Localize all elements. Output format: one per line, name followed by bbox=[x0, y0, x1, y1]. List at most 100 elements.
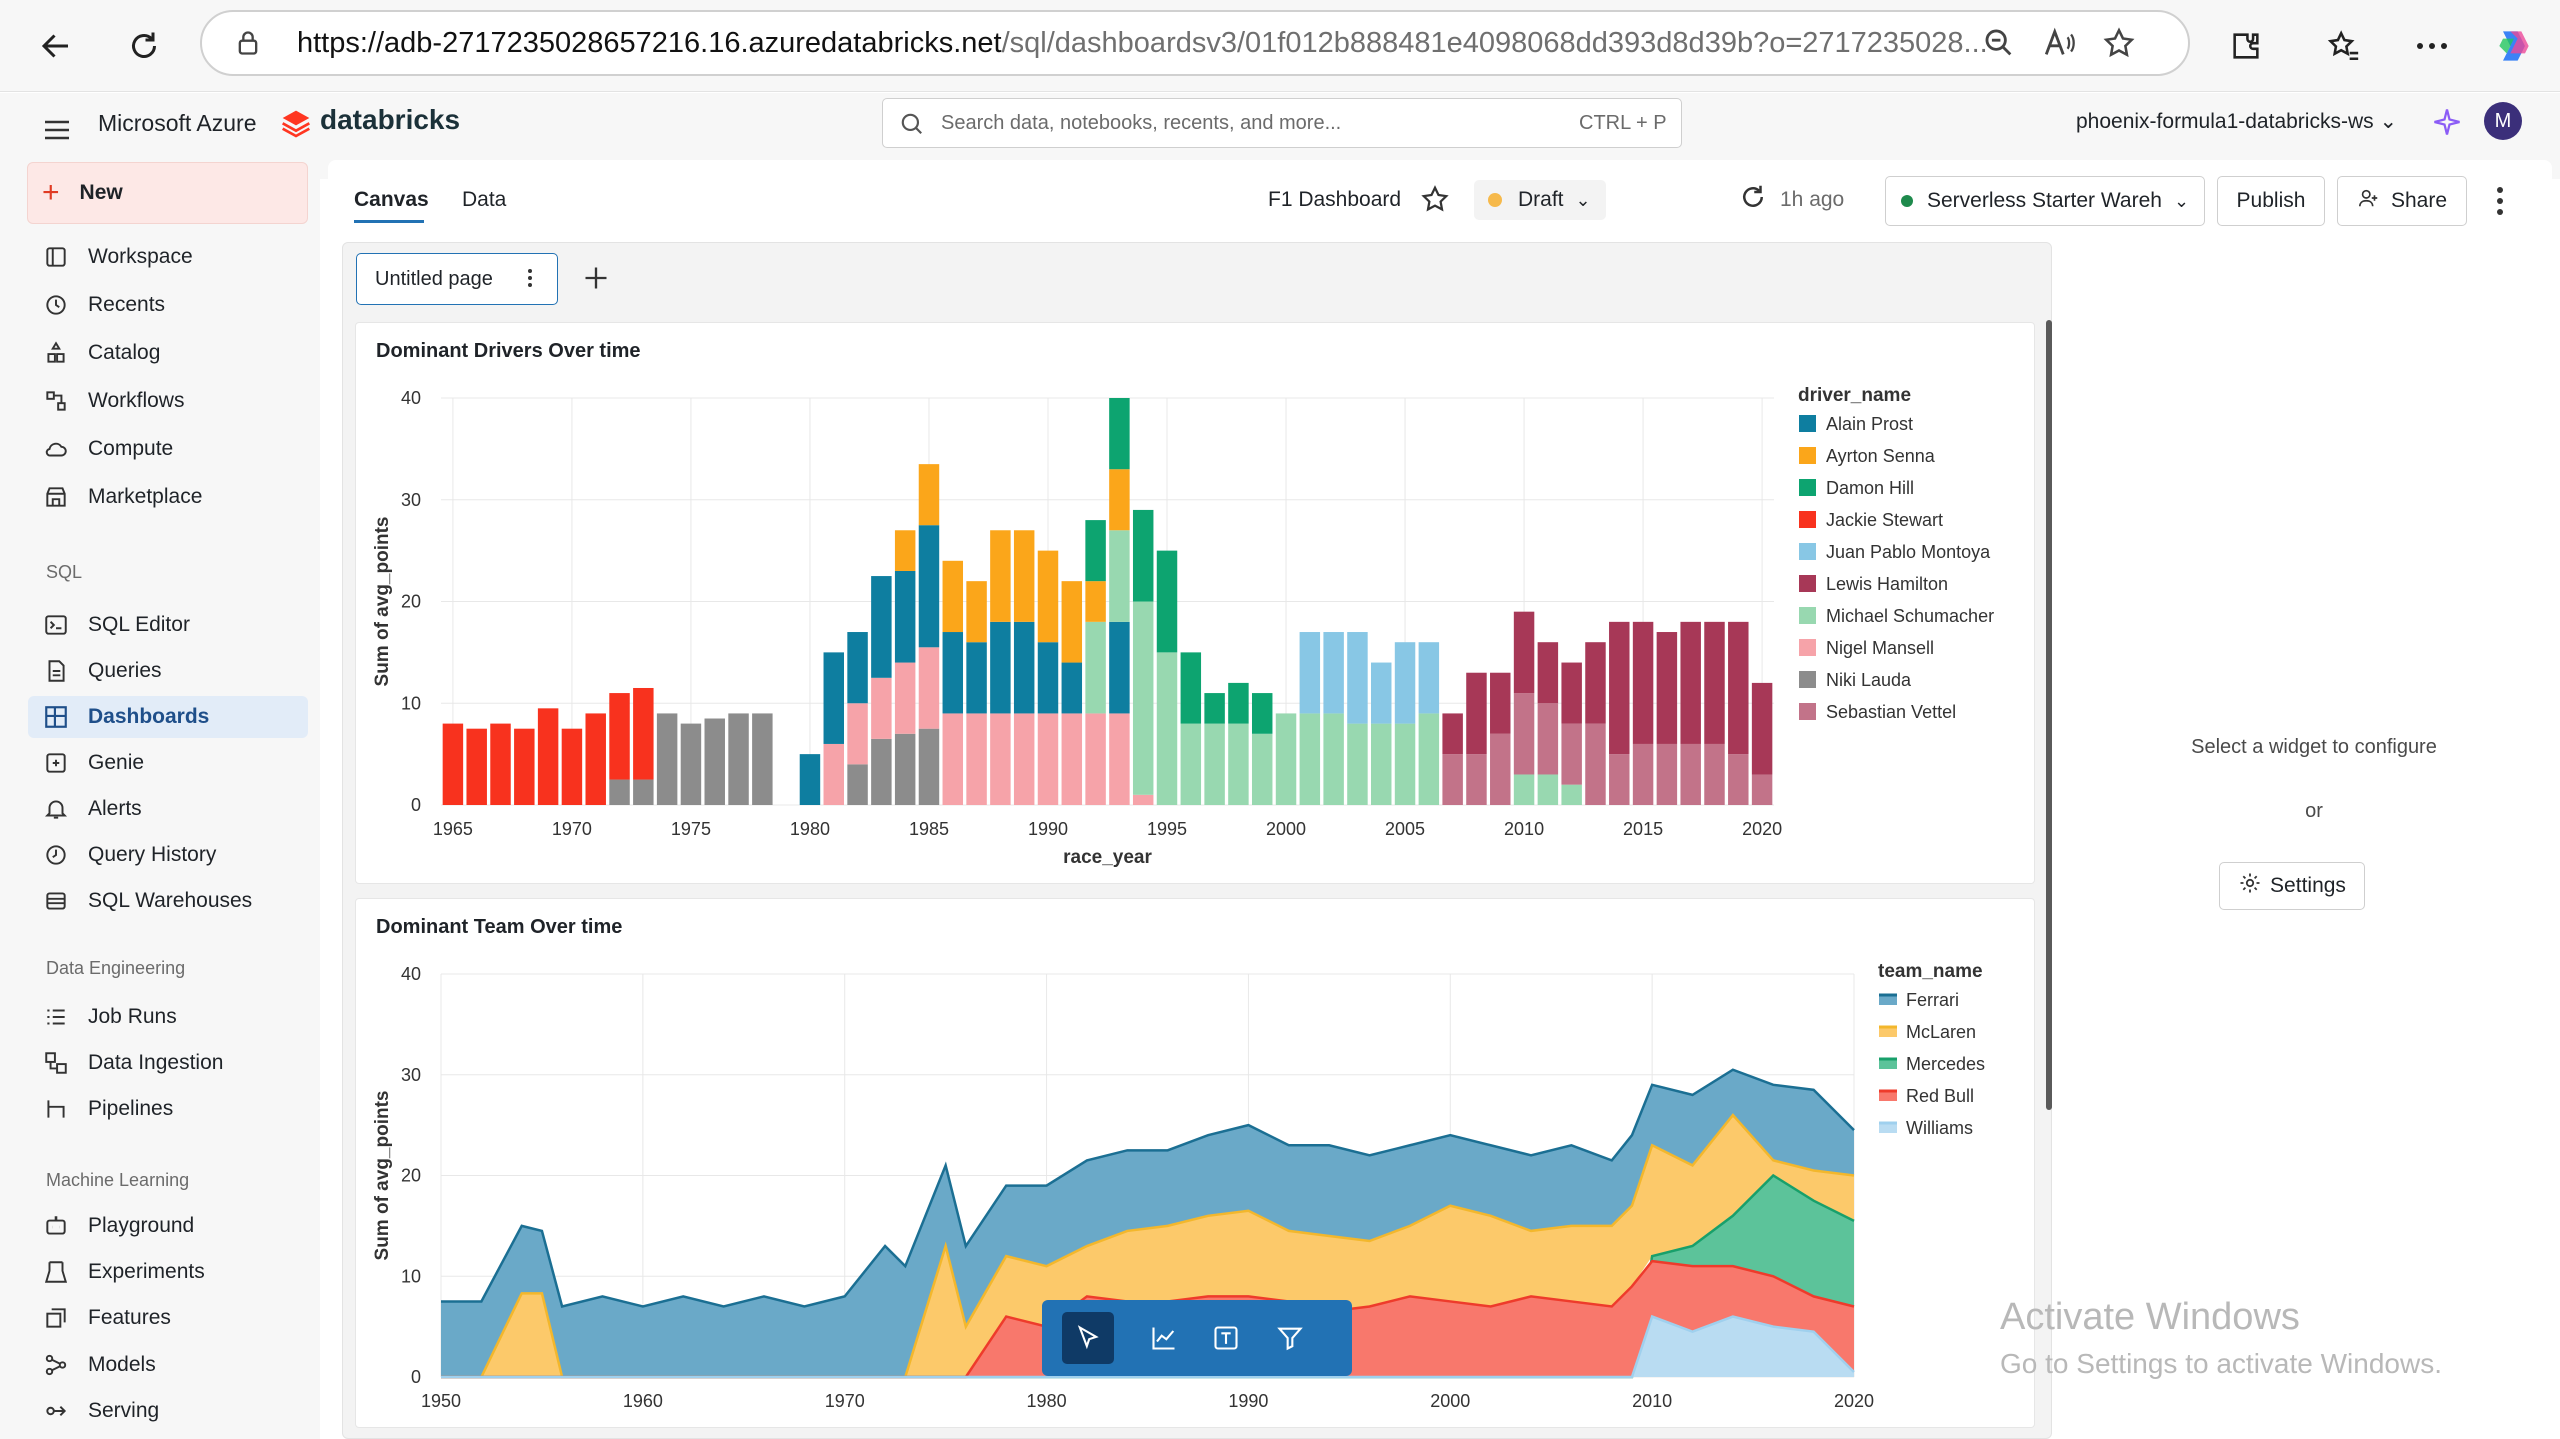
legend-item: Alain Prost bbox=[1826, 414, 1913, 434]
settings-button[interactable]: Settings bbox=[2219, 862, 2365, 910]
sidebar-item-playground[interactable]: Playground bbox=[28, 1205, 308, 1247]
bar-segment bbox=[1513, 693, 1535, 775]
sidebar-item-marketplace[interactable]: Marketplace bbox=[28, 476, 308, 518]
favorites-icon[interactable] bbox=[2318, 20, 2370, 72]
catalog-icon bbox=[38, 335, 74, 371]
sidebar-item-label: SQL Editor bbox=[88, 613, 190, 636]
bar-segment bbox=[1442, 713, 1463, 755]
sidebar-item-genie[interactable]: Genie bbox=[28, 742, 308, 784]
bar-segment bbox=[1251, 733, 1273, 805]
config-message: Select a widget to configure bbox=[2191, 736, 2437, 758]
bar-segment bbox=[1323, 632, 1344, 714]
bar-segment bbox=[1061, 713, 1083, 805]
extensions-icon[interactable] bbox=[2220, 20, 2272, 72]
select-tool-icon[interactable] bbox=[1062, 1312, 1114, 1364]
widget-dominant-drivers[interactable]: Dominant Drivers Over time 0 10 20 30 40 1965… bbox=[355, 322, 2035, 884]
x-tick-label: 2010 bbox=[1632, 1391, 1672, 1411]
y-tick-label: 40 bbox=[401, 964, 421, 984]
favorite-star-icon[interactable] bbox=[2102, 26, 2136, 65]
warehouse-selector[interactable]: Serverless Starter Wareh ⌄ bbox=[1885, 176, 2205, 226]
global-search[interactable]: Search data, notebooks, recents, and mor… bbox=[882, 98, 1682, 148]
sidebar-item-workflows[interactable]: Workflows bbox=[28, 380, 308, 422]
tab-data[interactable]: Data bbox=[462, 188, 506, 212]
dashboard-title[interactable]: F1 Dashboard bbox=[1268, 188, 1401, 212]
serving-icon bbox=[38, 1393, 74, 1429]
workspace-switcher[interactable]: phoenix-formula1-databricks-ws ⌄ bbox=[2076, 109, 2397, 134]
store-icon bbox=[38, 479, 74, 515]
sidebar-item-label: Queries bbox=[88, 659, 162, 682]
warehouse-label: Serverless Starter Wareh bbox=[1926, 189, 2162, 212]
avatar[interactable]: M bbox=[2484, 102, 2522, 140]
filter-tool-icon[interactable] bbox=[1276, 1324, 1304, 1357]
sidebar-item-experiments[interactable]: Experiments bbox=[28, 1251, 308, 1293]
page-tab[interactable]: Untitled page bbox=[356, 253, 558, 305]
copilot-icon[interactable] bbox=[2488, 20, 2540, 72]
databricks-logo-icon[interactable] bbox=[280, 108, 312, 145]
back-arrow-icon[interactable] bbox=[30, 20, 82, 72]
cloud-icon bbox=[38, 431, 74, 467]
last-refreshed: 1h ago bbox=[1780, 188, 1845, 211]
section-data-engineering: Data Engineering bbox=[46, 958, 186, 978]
bar-segment bbox=[847, 703, 868, 765]
new-button[interactable]: + New bbox=[27, 162, 308, 224]
sidebar-item-catalog[interactable]: Catalog bbox=[28, 332, 308, 374]
share-button[interactable]: Share bbox=[2337, 176, 2467, 226]
sidebar-item-workspace[interactable]: Workspace bbox=[28, 236, 308, 278]
assistant-sparkle-icon[interactable] bbox=[2432, 107, 2462, 142]
legend-swatch bbox=[1799, 671, 1816, 688]
clock-icon bbox=[38, 287, 74, 323]
more-menu-icon[interactable] bbox=[2406, 20, 2458, 72]
bar-segment bbox=[1537, 774, 1559, 805]
favorite-star-icon[interactable] bbox=[1420, 184, 1450, 219]
zoom-icon[interactable] bbox=[1982, 26, 2016, 65]
sidebar-item-alerts[interactable]: Alerts bbox=[28, 788, 308, 830]
x-tick-label: 1980 bbox=[790, 819, 830, 839]
sidebar-item-features[interactable]: Features bbox=[28, 1297, 308, 1339]
sidebar-item-data-ingestion[interactable]: Data Ingestion bbox=[28, 1042, 308, 1084]
new-button-label: New bbox=[79, 181, 123, 204]
kebab-menu-icon[interactable] bbox=[2496, 186, 2504, 221]
bar-segment bbox=[1609, 621, 1630, 755]
sidebar-item-sql-editor[interactable]: SQL Editor bbox=[28, 604, 308, 646]
bar-segment bbox=[490, 723, 511, 805]
refresh-icon[interactable] bbox=[118, 20, 170, 72]
visualization-tool-icon[interactable] bbox=[1150, 1324, 1178, 1357]
tab-canvas[interactable]: Canvas bbox=[354, 188, 429, 212]
bar-segment bbox=[966, 642, 987, 714]
draft-status-dropdown[interactable]: Draft ⌄ bbox=[1474, 180, 1606, 220]
sidebar-item-dashboards[interactable]: Dashboards bbox=[28, 696, 308, 738]
bar-segment bbox=[1728, 621, 1749, 755]
text-tool-icon[interactable] bbox=[1212, 1324, 1240, 1357]
queries-icon bbox=[38, 653, 74, 689]
bar-segment bbox=[1418, 642, 1440, 714]
sidebar-item-job-runs[interactable]: Job Runs bbox=[28, 996, 308, 1038]
refresh-icon[interactable] bbox=[1738, 182, 1768, 217]
sidebar-item-compute[interactable]: Compute bbox=[28, 428, 308, 470]
sidebar-item-sql-warehouses[interactable]: SQL Warehouses bbox=[28, 880, 308, 922]
sidebar-item-queries[interactable]: Queries bbox=[28, 650, 308, 692]
publish-button[interactable]: Publish bbox=[2217, 176, 2325, 226]
bar-segment bbox=[514, 728, 535, 805]
lock-icon[interactable] bbox=[234, 28, 262, 63]
read-aloud-icon[interactable] bbox=[2042, 26, 2076, 65]
warehouse-status-dot bbox=[1900, 195, 1913, 207]
add-page-icon[interactable] bbox=[582, 264, 610, 297]
sidebar-item-models[interactable]: Models bbox=[28, 1344, 308, 1386]
sidebar-item-pipelines[interactable]: Pipelines bbox=[28, 1088, 308, 1130]
sidebar-item-query-history[interactable]: Query History bbox=[28, 834, 308, 876]
bar-segment bbox=[1180, 723, 1202, 805]
kebab-menu-icon[interactable] bbox=[527, 266, 533, 295]
x-tick-label: 1970 bbox=[825, 1391, 865, 1411]
legend-item: Ayrton Senna bbox=[1826, 446, 1936, 466]
models-icon bbox=[38, 1347, 74, 1383]
scrollbar[interactable] bbox=[2046, 320, 2052, 1110]
sidebar-item-serving[interactable]: Serving bbox=[28, 1390, 308, 1432]
sidebar-item-recents[interactable]: Recents bbox=[28, 284, 308, 326]
bar-segment bbox=[1037, 550, 1059, 643]
address-bar[interactable]: https://adb-2717235028657216.16.azuredat… bbox=[200, 10, 2190, 76]
config-or: or bbox=[2305, 800, 2323, 822]
y-tick-label: 10 bbox=[401, 693, 421, 713]
bar-segment bbox=[1442, 754, 1463, 805]
watermark-subtitle: Go to Settings to activate Windows. bbox=[2000, 1348, 2442, 1379]
hamburger-menu-icon[interactable] bbox=[42, 117, 72, 148]
